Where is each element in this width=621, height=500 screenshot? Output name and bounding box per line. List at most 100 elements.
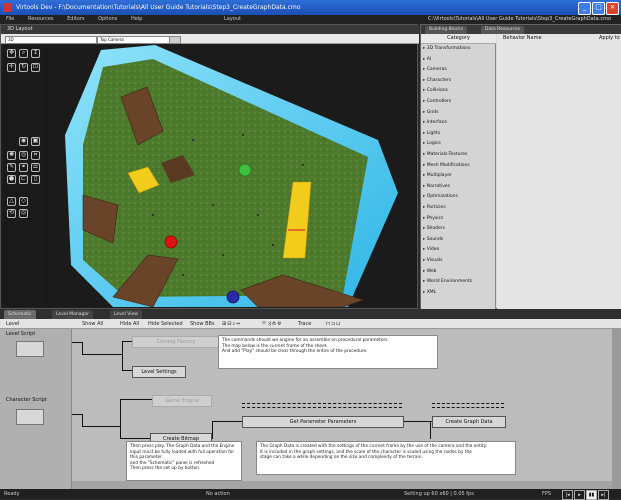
schematic-toolbar: Level Show All Hide All Hide Selected Sh… [0, 319, 621, 329]
reset-icon[interactable]: ⟲ [7, 209, 16, 218]
show-all-button[interactable]: Show All [82, 319, 103, 329]
horizontal-scrollbar[interactable] [72, 481, 612, 489]
parameter-pins [432, 403, 504, 408]
tab-3d-layout[interactable]: 3D Layout [7, 26, 33, 32]
layout-label: Layout [224, 16, 241, 22]
character-script-icon[interactable] [16, 409, 44, 425]
status-bar: Ready No action Setting up 60 x60 | 0.05… [0, 489, 621, 500]
category-item[interactable]: Lights [423, 130, 494, 137]
create-graph-data-block[interactable]: Create Graph Data [432, 416, 506, 428]
menu-editors[interactable]: Editors [67, 16, 84, 22]
lock-icon[interactable]: ▣ [31, 137, 40, 146]
tab-level-manager[interactable]: Level Manager [52, 310, 94, 319]
category-item[interactable]: Controllers [423, 98, 494, 105]
camera-icon[interactable]: ◎ [19, 151, 28, 160]
render-mode-select[interactable]: 3D [5, 36, 97, 44]
hide-selected-button[interactable]: Hide Selected [148, 319, 183, 329]
tab-schematic[interactable]: Schematic [4, 310, 36, 319]
category-item[interactable]: Particles [423, 204, 494, 211]
scale-icon[interactable]: ⊡ [31, 63, 40, 72]
category-item[interactable]: Multiplayer [423, 172, 494, 179]
comment-box[interactable]: The Graph Data is created with the setti… [256, 441, 516, 475]
light-icon[interactable]: ✺ [7, 151, 16, 160]
menu-help[interactable]: Help [131, 16, 142, 22]
category-item[interactable]: Collisions [423, 87, 494, 94]
category-item[interactable]: Cameras [423, 66, 494, 73]
category-item[interactable]: World Environments [423, 278, 494, 285]
category-item[interactable]: Mesh Modifications [423, 162, 494, 169]
trace-button[interactable]: Trace [298, 319, 311, 329]
link-line [122, 341, 123, 371]
dolly-icon[interactable]: ↕ [31, 49, 40, 58]
category-item[interactable]: Interface [423, 119, 494, 126]
category-item[interactable]: Physics [423, 215, 494, 222]
behavior-list: Behavior Name Apply to [497, 34, 621, 310]
comment-box[interactable]: The commands should we engine for an ass… [218, 335, 438, 369]
game-engine-block[interactable]: Game Engine [152, 395, 212, 407]
maximize-button[interactable]: □ [592, 2, 605, 15]
hide-all-button[interactable]: Hide All [120, 319, 139, 329]
category-item[interactable]: Web [423, 268, 494, 275]
rotate-icon[interactable]: ↻ [19, 63, 28, 72]
tab-building-blocks[interactable]: Building Blocks [425, 26, 468, 34]
category-item[interactable]: Characters [423, 77, 494, 84]
category-item[interactable]: XML [423, 289, 494, 296]
menu-options[interactable]: Options [98, 16, 117, 22]
bottom-tab-bar: Schematic Level Manager Level View [0, 309, 621, 319]
tab-level-view[interactable]: Level View [110, 310, 142, 319]
tab-data-resources[interactable]: Data Resources [481, 26, 525, 34]
link-icon[interactable]: ⚭ [19, 163, 28, 172]
vertical-scrollbar[interactable] [612, 329, 621, 489]
category-item[interactable]: Logics [423, 140, 494, 147]
category-item[interactable]: Video [423, 246, 494, 253]
level-script-icon[interactable] [16, 341, 44, 357]
play-icon[interactable]: △ [7, 197, 16, 206]
category-item[interactable]: Shaders [423, 225, 494, 232]
move-icon[interactable]: ✛ [7, 63, 16, 72]
3d-layout-panel: 3D Layout 3D Top Camera ✥ ⌕ ↕ ✛ ↻ ⊡ ◉ ▣ … [0, 24, 419, 309]
zoom-icon[interactable]: ⌕ [19, 49, 28, 58]
layout-tools-icon[interactable]: ⤧⤨⟰⟱ [262, 319, 282, 329]
target-icon[interactable]: ◎ [19, 209, 28, 218]
close-button[interactable]: × [606, 2, 619, 15]
category-item[interactable]: AI [423, 56, 494, 63]
menu-resources[interactable]: Resources [28, 16, 54, 22]
green-ball [238, 163, 252, 177]
category-item[interactable]: Narratives [423, 183, 494, 190]
pan-icon[interactable]: ✥ [7, 49, 16, 58]
grid-icon[interactable]: ⌗ [31, 151, 40, 160]
trash-icon[interactable]: ▯ [31, 175, 40, 184]
category-item[interactable]: Materials-Textures [423, 151, 494, 158]
category-item[interactable]: Visuals [423, 257, 494, 264]
menu-file[interactable]: File [6, 16, 14, 22]
pencil-icon[interactable]: ✎ [7, 163, 16, 172]
select-icon[interactable]: ◉ [19, 137, 28, 146]
camera-options-button[interactable] [169, 36, 181, 44]
link-line [120, 438, 150, 439]
category-item[interactable]: Sounds [423, 236, 494, 243]
zoom-controls-icon[interactable]: ⊞⊟⌕⇔ [222, 319, 241, 329]
cloning-factory-block[interactable]: Cloning Factory [132, 336, 220, 348]
minimize-button[interactable]: _ [578, 2, 591, 15]
3d-viewport[interactable] [43, 45, 417, 307]
sphere-icon[interactable]: ● [7, 175, 16, 184]
get-parameters-block[interactable]: Get Parameter Parameters [242, 416, 404, 428]
comment-box[interactable]: Then press play. The Graph Data and the … [126, 441, 242, 481]
view-tab-bar: 3D Layout [1, 25, 419, 34]
action-status: No action [206, 491, 230, 497]
show-bbs-button[interactable]: Show BBs [190, 319, 215, 329]
category-item[interactable]: Optimizations [423, 193, 494, 200]
category-item[interactable]: 3D Transformations [423, 45, 494, 52]
schematic-view[interactable]: Level Script Character Script Cloning Fa… [0, 329, 621, 489]
right-tab-bar: Building Blocks Data Resources [421, 25, 621, 34]
frame-icon[interactable]: ⊏ [19, 175, 28, 184]
level-settings-block[interactable]: Level Settings [132, 366, 186, 378]
align-tools-icon[interactable]: ⊓⊐⊔ [326, 319, 341, 329]
stop-icon[interactable]: ◇ [19, 197, 28, 206]
layers-icon[interactable]: ☰ [31, 163, 40, 172]
category-item[interactable]: Grids [423, 109, 494, 116]
level-label[interactable]: Level [6, 319, 19, 329]
script-owners-column: Level Script Character Script [0, 329, 72, 489]
character-script-title: Character Script [6, 397, 47, 403]
camera-select[interactable]: Top Camera [97, 36, 171, 44]
